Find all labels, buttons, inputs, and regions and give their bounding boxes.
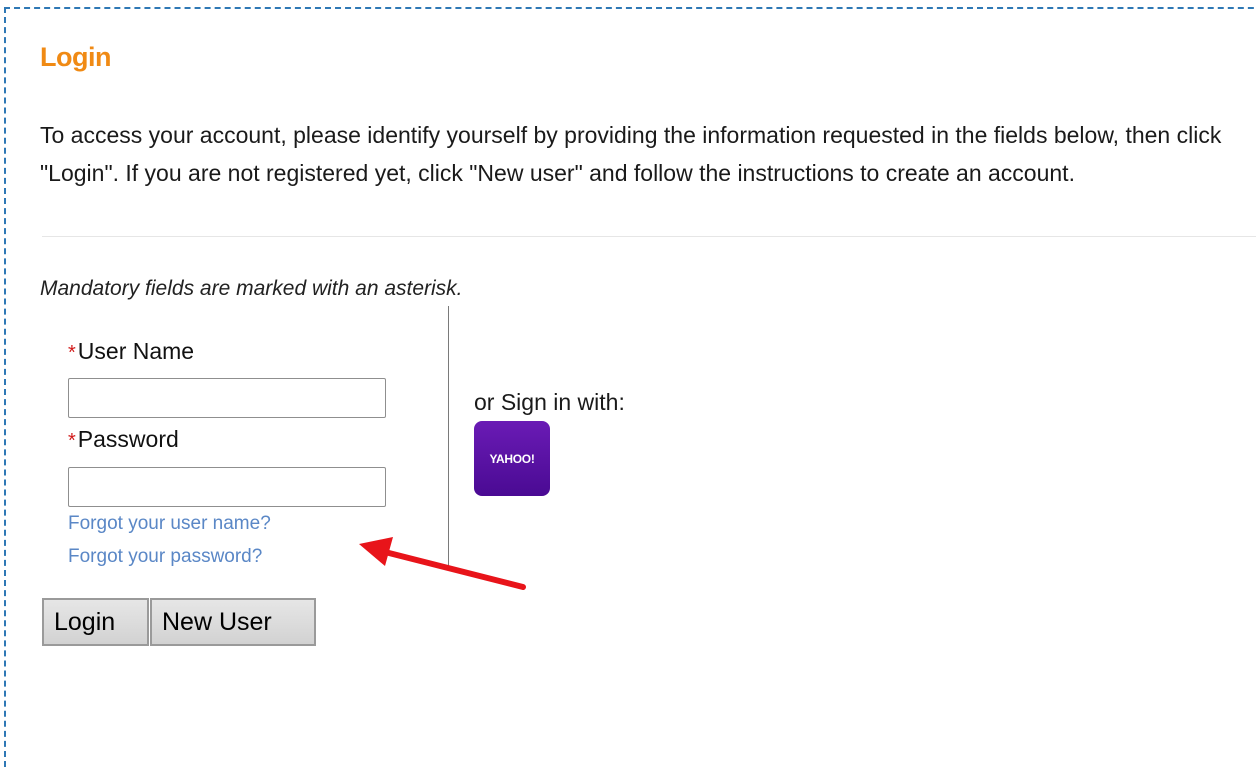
new-user-button[interactable]: New User (150, 598, 316, 646)
login-button[interactable]: Login (42, 598, 149, 646)
password-label-text: Password (77, 426, 179, 452)
password-label: *Password (68, 426, 179, 453)
page-title: Login (40, 42, 111, 72)
red-arrow-icon (359, 537, 526, 590)
password-input[interactable] (68, 467, 386, 507)
username-label-text: User Name (77, 338, 195, 364)
divider (42, 236, 1256, 237)
forgot-password-link[interactable]: Forgot your password? (68, 546, 262, 568)
arrow-shaft (382, 549, 526, 590)
forgot-username-link[interactable]: Forgot your user name? (68, 513, 271, 535)
username-label: *User Name (68, 338, 194, 365)
arrow-head (359, 537, 393, 566)
required-asterisk: * (68, 430, 76, 452)
yahoo-signin-button[interactable]: YAHOO! (474, 421, 550, 496)
mandatory-note: Mandatory fields are marked with an aste… (40, 277, 463, 300)
username-input[interactable] (68, 378, 386, 418)
intro-text: To access your account, please identify … (40, 122, 1222, 186)
required-asterisk: * (68, 342, 76, 364)
alt-signin-label: or Sign in with: (474, 389, 625, 415)
yahoo-logo-icon: YAHOO! (489, 451, 535, 466)
